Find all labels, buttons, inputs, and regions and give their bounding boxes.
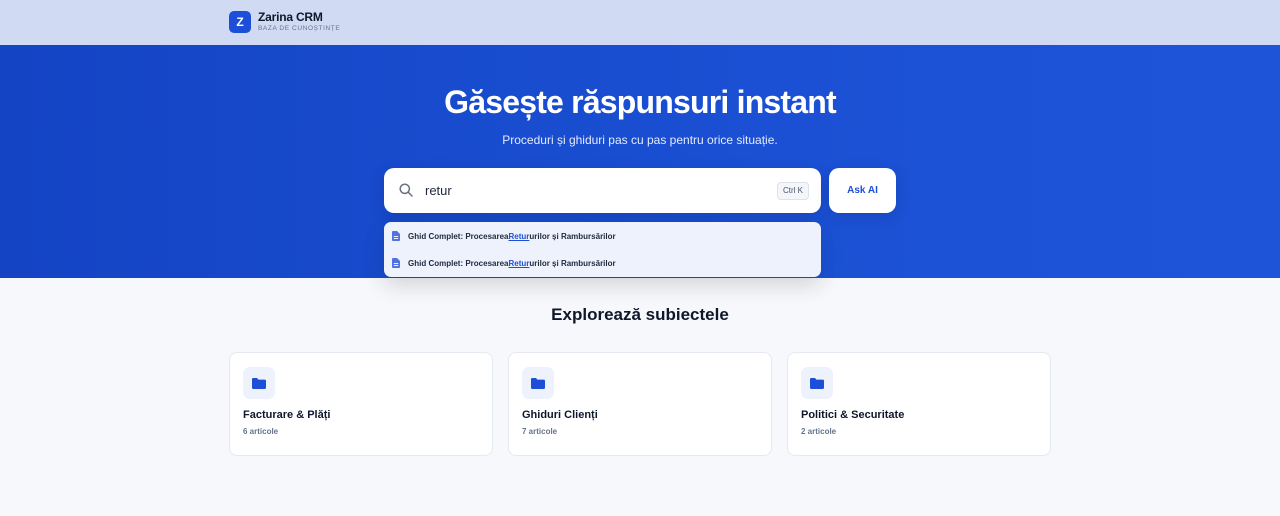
folder-icon	[252, 377, 266, 389]
top-bar: Z Zarina CRM BAZA DE CUNOȘTINȚE	[0, 0, 1280, 45]
suggestion-text-prefix: Ghid Complet: Procesarea	[408, 231, 509, 241]
topics-title: Explorează subiectele	[551, 305, 729, 324]
topic-card-guides[interactable]: Ghiduri Clienți 7 articole	[508, 352, 772, 456]
search-box[interactable]: retur Ctrl K	[384, 168, 821, 213]
document-icon	[392, 231, 400, 241]
suggestion-text-suffix: urilor și Rambursărilor	[529, 231, 616, 241]
suggestion-text-suffix: urilor și Rambursărilor	[529, 258, 616, 268]
search-input[interactable]: retur	[425, 168, 452, 213]
document-icon	[392, 258, 400, 268]
brand[interactable]: Z Zarina CRM BAZA DE CUNOȘTINȚE	[229, 11, 340, 33]
topic-card-policies[interactable]: Politici & Securitate 2 articole	[787, 352, 1051, 456]
suggestion-match: Retur	[508, 258, 530, 268]
brand-name: Zarina CRM	[258, 10, 323, 25]
search-suggestions: Ghid Complet: Procesarea Retur urilor și …	[384, 222, 821, 277]
brand-subtitle: BAZA DE CUNOȘTINȚE	[258, 25, 341, 33]
folder-icon	[531, 377, 545, 389]
suggestion-item[interactable]: Ghid Complet: Procesarea Retur urilor și …	[392, 225, 616, 247]
topic-count: 6 articole	[243, 427, 279, 436]
hero-subtitle: Proceduri și ghiduri pas cu pas pentru o…	[502, 133, 778, 147]
topic-count: 2 articole	[801, 427, 837, 436]
hero-title: Găsește răspunsuri instant	[444, 84, 837, 120]
topic-card-billing[interactable]: Facturare & Plăți 6 articole	[229, 352, 493, 456]
suggestion-item[interactable]: Ghid Complet: Procesarea Retur urilor și …	[392, 252, 616, 274]
suggestion-text-prefix: Ghid Complet: Procesarea	[408, 258, 509, 268]
logo: Z	[229, 11, 251, 33]
search-icon	[399, 183, 413, 197]
topic-count: 7 articole	[522, 427, 558, 436]
shortcut-hint: Ctrl K	[777, 182, 809, 200]
folder-icon	[810, 377, 824, 389]
topic-title: Politici & Securitate	[801, 409, 905, 421]
ask-ai-button[interactable]: Ask AI	[829, 168, 896, 213]
suggestion-match: Retur	[508, 231, 530, 241]
topic-title: Ghiduri Clienți	[522, 409, 598, 421]
topic-title: Facturare & Plăți	[243, 409, 331, 421]
